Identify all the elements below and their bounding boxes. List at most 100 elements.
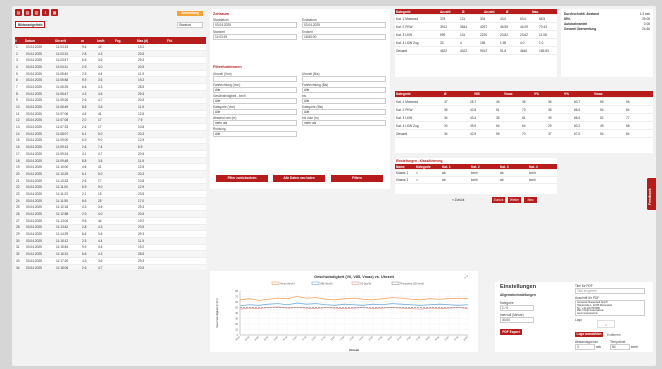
filter-button-0[interactable]: Filter zurücksetzen	[216, 175, 268, 182]
filter-input[interactable]	[302, 76, 386, 82]
class-cell[interactable]: <	[415, 171, 441, 175]
table-row[interactable]: 25 03.04.2025 11:12:18 4.3 3.6 29.3	[15, 205, 206, 212]
table-row[interactable]: 28 03.04.2025 11:13:42 2.8 4.3 23.5	[15, 224, 206, 232]
pager-button-0[interactable]: Zurück	[492, 197, 505, 203]
column-header[interactable]: m	[81, 39, 97, 43]
location-select[interactable]: Standort	[177, 22, 203, 28]
table-row[interactable]: 18 03.04.2025 11:09:48 8.8 3.6 11.5	[15, 157, 206, 165]
filter-input[interactable]: Alle	[213, 98, 297, 104]
document-icon[interactable]: ▦	[51, 9, 58, 16]
column-header[interactable]: Datum	[25, 39, 55, 43]
titel-input[interactable]: Titel eingeben	[575, 288, 645, 294]
class-cell[interactable]: ab	[499, 171, 528, 175]
table-row[interactable]: 10 03.04.2025 11:06:49 8.8 3.6 11.5	[15, 104, 206, 111]
table-row[interactable]: 24 03.04.2025 11:11:55 8.6 25 17.0	[15, 197, 206, 205]
table-row[interactable]: 29 03.04.2025 11:14:29 6.6 3.6 29.3	[15, 231, 206, 238]
feedback-tab[interactable]: Feedback	[647, 178, 656, 210]
start-time-input[interactable]: 11:03:19	[213, 34, 297, 40]
class-cell[interactable]: km/h	[528, 171, 557, 175]
table-row[interactable]: 34 03.04.2025 11:18:06 2.6 4.7 20.5	[15, 264, 206, 272]
filter-input[interactable]	[213, 76, 297, 82]
end-time-input[interactable]: 18:50:00	[302, 34, 386, 40]
table-row[interactable]: 30 03.04.2025 11:15:12 2.5 4.4 11.5	[15, 237, 206, 245]
tempolimit-input[interactable]: 50	[610, 344, 630, 350]
column-header[interactable]: km/h	[97, 39, 115, 43]
table-row[interactable]: 13 03.04.2025 11:07:33 2.6 17 10.8	[15, 124, 206, 131]
table-cell: 3	[16, 58, 18, 63]
column-header[interactable]: Uhrzeit	[55, 39, 81, 43]
pdf-export-button[interactable]: PDF Export	[500, 329, 522, 335]
table-row[interactable]: 16 03.04.2025 11:09:13 2.6 7.4 6.9	[15, 144, 206, 151]
classification-title: Einstellungen - Klassifizierung	[396, 159, 443, 163]
class-cell[interactable]: <	[415, 178, 441, 182]
filter-input[interactable]: Alle	[302, 87, 386, 93]
table-row[interactable]: 22 03.04.2025 11:11:00 6.9 9.0 12.9	[15, 184, 206, 192]
y-tick-label: 60	[235, 301, 238, 304]
table-row[interactable]: 20 03.04.2025 11:10:29 6.1 5.0 20.3	[15, 171, 206, 178]
download-icon[interactable]: ⇩	[42, 9, 49, 16]
speed-cell: 54	[600, 107, 604, 112]
filter-input[interactable]: Alle	[302, 109, 386, 115]
table-row[interactable]: 15 03.04.2025 11:09:00 6.9 9.0 12.9	[15, 138, 206, 145]
table-row[interactable]: 5 03.04.2025 11:05:40 2.5 4.4 11.5	[15, 71, 206, 78]
table-row[interactable]: 26 03.04.2025 11:12:58 2.9 4.0 20.5	[15, 211, 206, 218]
column-header[interactable]: Fkt.	[167, 39, 206, 43]
table-row[interactable]: 23 03.04.2025 11:11:23 2.1 15 23.5	[15, 191, 206, 198]
login-button[interactable]: Anmeldung	[177, 11, 203, 16]
class-cell[interactable]: km/h	[470, 178, 499, 182]
table-row[interactable]: 31 03.04.2025 11:15:54 9.9 3.6 19.2	[15, 245, 206, 252]
tab-info[interactable]: Bildanzeige/Info	[15, 21, 46, 28]
chart-icon[interactable]: ▥	[33, 9, 40, 16]
table-row[interactable]: 27 03.04.2025 11:13:04 9.6 44 19.2	[15, 218, 206, 225]
kategorie-input[interactable]: 1 / 0	[500, 305, 534, 311]
table-row[interactable]: 11 03.04.2025 11:07:06 4.6 41 12.5	[15, 111, 206, 118]
filter-button-2[interactable]: Filtern	[331, 175, 383, 182]
table-row[interactable]: 6 03.04.2025 11:05:58 9.9 3.6 19.2	[15, 77, 206, 85]
filter-input[interactable]: mehr als	[213, 120, 297, 126]
table-row[interactable]: 17 03.04.2025 11:09:24 4.1 4.7 20.5	[15, 151, 206, 158]
abstand-input[interactable]: 3	[575, 344, 595, 350]
class-row[interactable]: Klasse 1 < ab km/h ab km/h	[395, 170, 557, 177]
class-cell[interactable]: km/h	[528, 178, 557, 182]
filter-input[interactable]: mehr als	[302, 120, 386, 126]
table-row[interactable]: 14 03.04.2025 11:08:07 6.1 5.0 20.3	[15, 130, 206, 138]
anschrift-textarea[interactable]: Gemeinde Musterstadt GmbH Hauptstraße 1,…	[575, 300, 645, 316]
table-row[interactable]: 9 03.04.2025 11:05:26 2.6 4.7 20.5	[15, 98, 206, 105]
table-row[interactable]: 2 03.04.2025 11:03:31 2.8 4.3 23.5	[15, 50, 206, 58]
table-row[interactable]: 21 03.04.2025 11:10:33 2.6 17 10.8	[15, 178, 206, 185]
table-row[interactable]: 19 03.04.2025 11:10:00 4.6 41 12.5	[15, 164, 206, 172]
table-row[interactable]: 8 03.04.2025 11:06:47 4.3 3.6 29.3	[15, 90, 206, 98]
table-row[interactable]: 33 03.04.2025 11:17:20 4.3 3.6 29.3	[15, 258, 206, 265]
file-icon[interactable]: ▤	[15, 9, 22, 16]
column-header[interactable]: #	[15, 39, 25, 43]
table-cell: 4.3	[98, 84, 103, 89]
class-cell[interactable]: ab	[441, 171, 470, 175]
filter-input[interactable]: Alle	[302, 98, 386, 104]
column-header[interactable]: Max.(d)	[137, 39, 167, 43]
filter-input[interactable]: Alle	[213, 131, 297, 137]
column-header[interactable]: Fzg.	[115, 39, 137, 43]
logo-remove-button[interactable]: Entfernen	[607, 333, 621, 337]
image-icon[interactable]: ▧	[24, 9, 31, 16]
class-row[interactable]: Klasse 2 < ab km/h ab km/h	[395, 177, 557, 184]
class-cell[interactable]: km/h	[470, 171, 499, 175]
table-row[interactable]: 32 03.04.2025 11:16:31 6.6 4.3 28.5	[15, 251, 206, 258]
x-tick-label: 17:30	[416, 336, 422, 342]
filter-input[interactable]: Alle	[213, 87, 297, 93]
filter-button-1[interactable]: Alle Daten neu laden	[273, 175, 325, 182]
table-cell: 9.0	[98, 138, 103, 143]
class-cell[interactable]: ab	[499, 178, 528, 182]
table-row[interactable]: 3 03.04.2025 11:03:47 6.6 3.6 29.3	[15, 57, 206, 65]
filter-input[interactable]: Alle	[213, 109, 297, 115]
pager-button-1[interactable]: Weiter	[508, 197, 521, 203]
table-row[interactable]: 1 03.04.2025 11:03:19 9.6 44 19.2	[15, 44, 206, 51]
class-cell[interactable]: ab	[441, 178, 470, 182]
logo-upload-button[interactable]: Logo auswählen	[575, 332, 603, 337]
end-date-input[interactable]: 03.04.2025	[302, 22, 386, 28]
start-date-input[interactable]: 03.04.2025	[213, 22, 297, 28]
table-row[interactable]: 7 03.04.2025 11:06:25 6.6 4.3 28.5	[15, 84, 206, 91]
table-row[interactable]: 4 03.04.2025 11:04:11 2.9 4.0 20.5	[15, 64, 206, 71]
table-row[interactable]: 12 03.04.2025 11:07:08 2.0 17 7.9	[15, 117, 206, 125]
intervall-input[interactable]: 30.00	[500, 317, 534, 323]
pager-button-2[interactable]: Neu	[524, 197, 537, 203]
